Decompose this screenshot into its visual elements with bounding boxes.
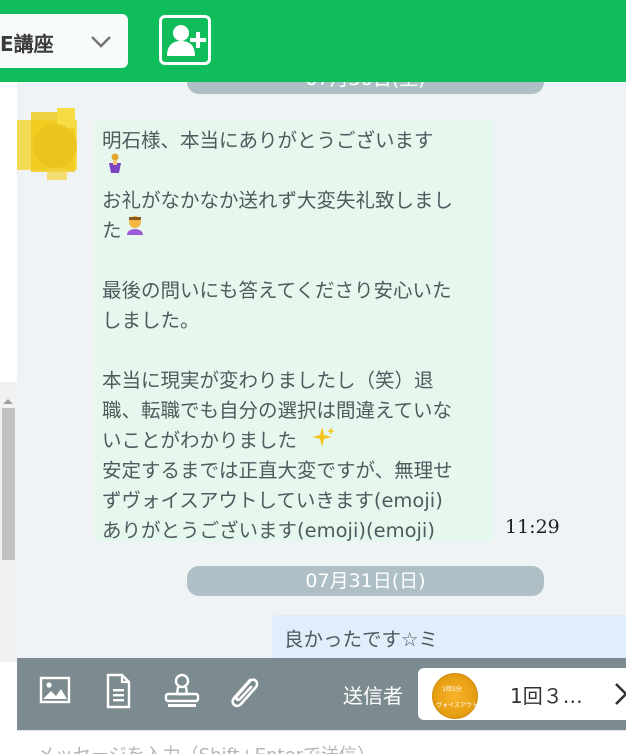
message-line: しました。 (102, 309, 200, 332)
paperclip-icon[interactable] (224, 672, 264, 712)
sender-avatar: 1回3分 ヴォイスアウト (432, 673, 478, 719)
message-toolbar: 送信者 1回3分 ヴォイスアウト 1回３… (17, 658, 626, 730)
chevron-down-icon (90, 34, 112, 53)
stamp-icon[interactable] (162, 672, 202, 712)
message-line: 明石様、本当にありがとうございます (102, 129, 434, 152)
message-line: ありがとうございます(emoji)(emoji) (102, 519, 435, 542)
message-line: お礼がなかなか送れず大変失礼致しまし (102, 189, 454, 212)
outgoing-message-bubble: 良かったです☆ミ (272, 615, 626, 658)
message-line: 職、転職でも自分の選択は間違えていな (102, 399, 453, 422)
message-line: 本当に現実が変わりましたし（笑）退 (102, 369, 434, 392)
sender-name: 1回３… (510, 684, 583, 708)
left-panel-bottom (0, 662, 17, 753)
message-line: 最後の問いにも答えてくださり安心いた (102, 279, 452, 302)
date-separator: 07月31日(日) (187, 566, 544, 596)
scrollbar-thumb[interactable] (2, 408, 15, 560)
incoming-message-bubble: 明石様、本当にありがとうございます お礼がなかなか送れず大変失礼致しまし た 最… (94, 120, 494, 542)
image-icon[interactable] (37, 672, 77, 712)
woman-bowing-emoji (124, 215, 146, 239)
add-user-button[interactable] (159, 15, 211, 65)
left-panel-edge (0, 82, 17, 742)
sparkles-emoji (312, 426, 336, 452)
message-time: 11:29 (505, 516, 560, 538)
chevron-right-icon (614, 682, 626, 710)
avatar[interactable] (17, 108, 89, 180)
message-line: ずヴォイスアウトしていきます(emoji) (102, 489, 443, 512)
scroll-up-icon[interactable] (2, 390, 14, 409)
group-selector[interactable]: E講座 (0, 14, 128, 68)
header-bar: E講座 (0, 0, 626, 82)
group-name: E講座 (0, 32, 54, 56)
message-line: いことがわかりました (102, 429, 298, 452)
message-input[interactable]: メッセージを入力（Shift+Enterで送信） (17, 730, 626, 754)
chat-area: 07月30日(土) 明石様、本当にありがとうございます お礼がなかなか送れず大変… (17, 82, 626, 658)
message-text: 良かったです☆ミ (284, 628, 438, 651)
file-icon[interactable] (100, 672, 140, 712)
date-separator: 07月30日(土) (187, 82, 544, 94)
sender-label: 送信者 (343, 684, 403, 708)
bow-emoji (107, 153, 123, 179)
sender-selector[interactable]: 1回3分 ヴォイスアウト 1回３… (418, 668, 626, 720)
message-input-placeholder: メッセージを入力（Shift+Enterで送信） (37, 741, 375, 754)
sender-badge-bottom: ヴォイスアウト (436, 702, 478, 709)
sender-badge-top: 1回3分 (442, 686, 462, 693)
message-line: 安定するまでは正直大変ですが、無理せ (102, 459, 453, 482)
message-line: た (102, 219, 122, 242)
